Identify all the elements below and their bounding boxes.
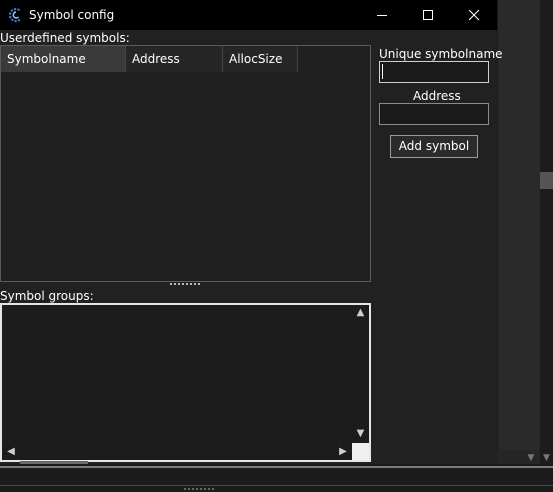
background-panel: [497, 0, 540, 450]
close-icon: [468, 9, 480, 21]
minimize-button[interactable]: [359, 0, 405, 30]
symbol-groups-tree[interactable]: [0, 303, 371, 462]
background-arrow-icon[interactable]: ▼: [525, 452, 537, 464]
maximize-button[interactable]: [405, 0, 451, 30]
address-input[interactable]: [379, 103, 489, 125]
maximize-icon: [423, 10, 433, 20]
text-caret: [382, 64, 383, 79]
userdefined-symbols-label: Userdefined symbols:: [0, 31, 130, 45]
column-header-allocsize[interactable]: AllocSize: [223, 46, 298, 72]
unique-symbolname-label: Unique symbolname: [379, 47, 503, 61]
minimize-icon: [377, 15, 387, 16]
splitter-grip[interactable]: [170, 283, 200, 286]
background-divider: [0, 466, 553, 468]
unique-symbolname-input[interactable]: [379, 61, 489, 83]
background-bottom-strip: [0, 464, 553, 492]
column-header-address[interactable]: Address: [126, 46, 223, 72]
background-splitter-grip[interactable]: [184, 488, 214, 491]
add-symbol-button[interactable]: Add symbol: [390, 135, 478, 158]
arrow-right-icon[interactable]: ▶: [336, 443, 350, 460]
close-button[interactable]: [451, 0, 497, 30]
background-scroll-down-icon[interactable]: ▼: [540, 452, 553, 464]
userdefined-symbols-list[interactable]: Symbolname Address AllocSize: [0, 45, 371, 282]
background-scrollbar[interactable]: [540, 0, 553, 466]
scrollbar-corner: [352, 443, 369, 460]
cheat-engine-icon: [8, 7, 24, 23]
arrow-up-icon[interactable]: ▲: [352, 306, 369, 320]
background-divider: [0, 485, 553, 486]
horizontal-scrollbar-thumb[interactable]: [20, 461, 88, 464]
arrow-left-icon[interactable]: ◀: [4, 443, 18, 460]
symbol-groups-label: Symbol groups:: [0, 289, 94, 303]
address-label: Address: [413, 89, 461, 103]
column-header-symbolname[interactable]: Symbolname: [1, 46, 126, 72]
arrow-down-icon[interactable]: ▼: [352, 427, 369, 441]
horizontal-scrollbar[interactable]: ◀ ▶: [2, 443, 352, 460]
vertical-scrollbar[interactable]: ▲ ▼: [352, 305, 369, 442]
background-scrollbar-thumb[interactable]: [540, 172, 553, 189]
window-title: Symbol config: [29, 8, 115, 22]
